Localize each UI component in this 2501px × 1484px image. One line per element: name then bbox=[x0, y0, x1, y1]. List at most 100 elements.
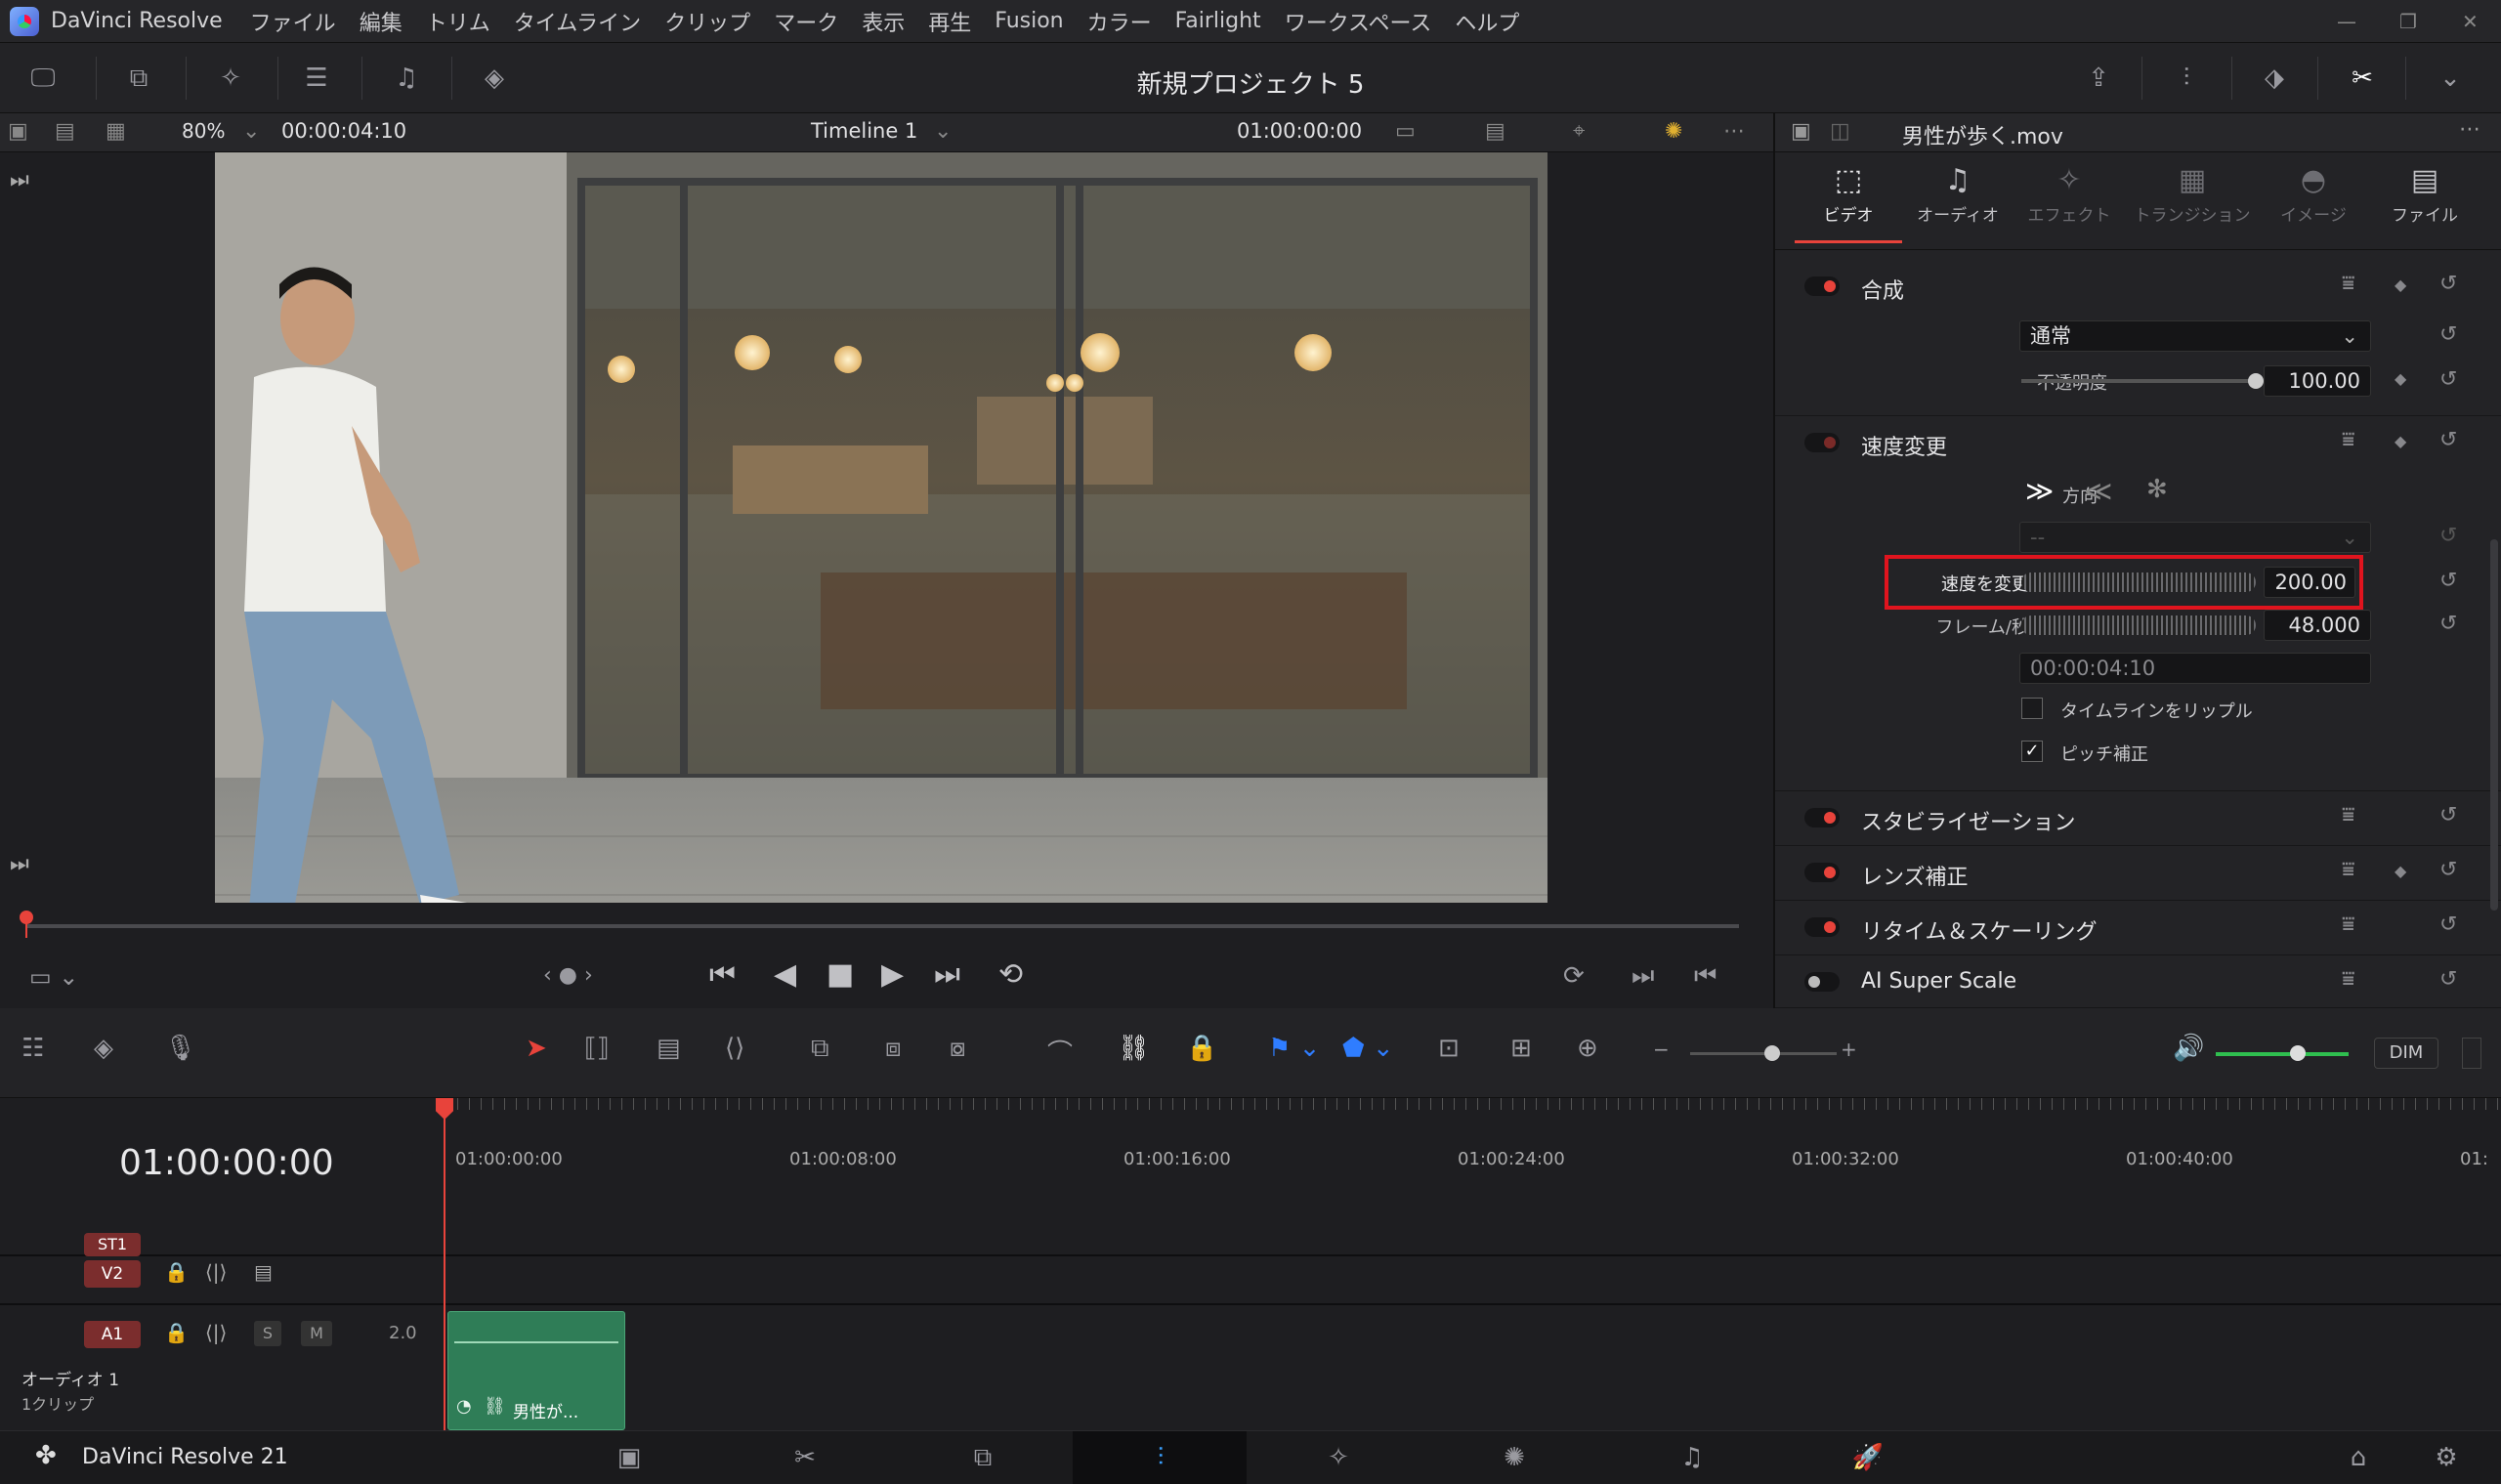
menu-fairlight[interactable]: Fairlight bbox=[1175, 9, 1261, 33]
timeline-page-icon[interactable]: ⫶ bbox=[1137, 1443, 1184, 1473]
ai-scale-enable-toggle[interactable] bbox=[1804, 972, 1840, 992]
mute-button[interactable]: M bbox=[301, 1321, 332, 1346]
close-icon[interactable]: ✕ bbox=[2462, 10, 2479, 33]
edit-page-icon[interactable]: ⧉ bbox=[959, 1443, 1006, 1473]
tab-effects[interactable]: ✧ エフェクト bbox=[2015, 160, 2123, 226]
prev-next-icon[interactable]: ‹ ● › bbox=[543, 963, 593, 988]
metadata-icon[interactable]: ⬗ bbox=[2257, 61, 2292, 96]
viewer-layout-icon[interactable]: ▤ bbox=[55, 119, 75, 144]
keyframe-icon[interactable]: ◆ bbox=[2395, 369, 2406, 388]
menu-mark[interactable]: マーク bbox=[774, 6, 838, 37]
tab-file[interactable]: ▤ ファイル bbox=[2371, 160, 2479, 226]
speed-input[interactable]: 200.00 bbox=[2264, 567, 2355, 598]
opacity-slider[interactable] bbox=[2021, 379, 2256, 383]
blade-tool-icon[interactable]: ⟨⟩ bbox=[725, 1034, 744, 1063]
go-end-icon[interactable]: ⏭ bbox=[934, 957, 960, 992]
flag-icon[interactable]: ⚑ ⌄ bbox=[1268, 1034, 1320, 1063]
lock-icon[interactable]: 🔒 bbox=[164, 1260, 189, 1284]
menu-workspace[interactable]: ワークスペース bbox=[1285, 6, 1432, 37]
reset-icon[interactable]: ↺ bbox=[2439, 428, 2457, 452]
menu-fusion[interactable]: Fusion bbox=[995, 9, 1063, 33]
ripple-checkbox[interactable] bbox=[2021, 698, 2043, 719]
overlay-icon[interactable]: ⌖ bbox=[1573, 119, 1585, 144]
jump-start-icon[interactable]: ⏭ bbox=[10, 168, 29, 192]
audio-clip[interactable]: ◔ ⛓ 男性が... bbox=[447, 1311, 625, 1430]
reset-icon[interactable]: ↺ bbox=[2439, 858, 2457, 882]
lock-icon[interactable]: 🔒 bbox=[1186, 1034, 1217, 1063]
color-icon[interactable]: ✺ bbox=[1665, 119, 1682, 144]
media-page-icon[interactable]: ▣ bbox=[606, 1443, 653, 1472]
menu-trim[interactable]: トリム bbox=[426, 6, 490, 37]
microphone-icon[interactable]: 🎙 bbox=[164, 1034, 196, 1063]
track-id-st1[interactable]: ST1 bbox=[84, 1233, 141, 1256]
track-enable-icon[interactable]: ▤ bbox=[254, 1260, 273, 1284]
keyframe-icon[interactable]: ◆ bbox=[2395, 862, 2406, 880]
jump-end-icon[interactable]: ⏭ bbox=[10, 852, 29, 876]
chevron-down-icon[interactable]: ⌄ bbox=[242, 119, 260, 144]
menu-clip[interactable]: クリップ bbox=[664, 6, 750, 37]
freeze-icon[interactable]: ✻ bbox=[2146, 475, 2168, 504]
safe-area-icon[interactable]: ▭ bbox=[1395, 119, 1416, 144]
crop-icon[interactable]: ▭ ⌄ bbox=[29, 963, 78, 991]
play-reverse-icon[interactable]: ◀ bbox=[774, 957, 796, 992]
collapse-icon[interactable]: ⌄ bbox=[2433, 61, 2468, 96]
lock-icon[interactable]: 🔒 bbox=[164, 1321, 189, 1344]
reset-icon[interactable]: ↺ bbox=[2439, 912, 2457, 937]
fairlight-page-icon[interactable]: ♫ bbox=[1669, 1443, 1716, 1472]
settings-icon[interactable]: ⩸ bbox=[2342, 803, 2354, 827]
chevron-down-icon[interactable]: ⌄ bbox=[934, 119, 952, 144]
volume-slider-handle[interactable] bbox=[2290, 1045, 2306, 1061]
reset-icon[interactable]: ↺ bbox=[2439, 967, 2457, 992]
ease-select[interactable]: -- ⌄ bbox=[2019, 522, 2371, 553]
match-frame-icon[interactable]: ⟳ bbox=[1563, 961, 1585, 991]
more-icon[interactable]: ⋯ bbox=[1723, 119, 1745, 144]
snap-icon[interactable]: ⌒ bbox=[1047, 1034, 1073, 1070]
zoom-custom-icon[interactable]: ⊕ bbox=[1577, 1034, 1598, 1063]
inspector-scrollbar[interactable] bbox=[2490, 539, 2498, 911]
settings-icon[interactable]: ⩸ bbox=[2342, 272, 2354, 296]
tab-image[interactable]: ◓ イメージ bbox=[2260, 160, 2367, 226]
speed-enable-toggle[interactable] bbox=[1804, 433, 1840, 452]
reset-icon[interactable]: ↺ bbox=[2439, 322, 2457, 347]
reset-icon[interactable]: ↺ bbox=[2439, 612, 2457, 636]
replace-icon[interactable]: ⧇ bbox=[950, 1034, 966, 1064]
trim-tool-icon[interactable]: ⟦⟧ bbox=[584, 1034, 610, 1063]
composite-enable-toggle[interactable] bbox=[1804, 276, 1840, 296]
export-icon[interactable]: ⇪ bbox=[2081, 61, 2116, 96]
settings-icon[interactable]: ⩸ bbox=[2342, 428, 2354, 452]
minimize-icon[interactable]: — bbox=[2337, 10, 2356, 33]
volume-slider[interactable] bbox=[2216, 1052, 2349, 1056]
opacity-input[interactable]: 100.00 bbox=[2264, 365, 2371, 397]
menu-edit[interactable]: 編集 bbox=[360, 6, 403, 37]
timeline-select[interactable]: Timeline 1 bbox=[811, 119, 917, 143]
out-point-icon[interactable]: ⏮ bbox=[1694, 961, 1717, 992]
retime-enable-toggle[interactable] bbox=[1804, 917, 1840, 937]
tab-audio[interactable]: ♫ オーディオ bbox=[1904, 160, 2012, 226]
volume-icon[interactable]: 🔊 bbox=[2173, 1034, 2204, 1063]
color-page-icon[interactable]: ✺ bbox=[1491, 1443, 1538, 1472]
maximize-icon[interactable]: ❐ bbox=[2399, 10, 2417, 33]
link-icon[interactable]: ⛓ bbox=[1118, 1034, 1150, 1063]
loop-icon[interactable]: ⟲ bbox=[998, 957, 1023, 992]
menu-playback[interactable]: 再生 bbox=[928, 6, 971, 37]
auto-select-icon[interactable]: ⟨|⟩ bbox=[205, 1260, 227, 1284]
dim-button[interactable]: DIM bbox=[2374, 1038, 2438, 1069]
settings-icon[interactable]: ⩸ bbox=[2342, 912, 2354, 937]
inspector-icon[interactable]: ✂ bbox=[2345, 61, 2380, 96]
menu-timeline[interactable]: タイムライン bbox=[514, 6, 641, 37]
go-start-icon[interactable]: ⏮ bbox=[709, 957, 736, 992]
playback-quality-icon[interactable]: ▤ bbox=[1485, 119, 1505, 144]
stop-icon[interactable]: ■ bbox=[827, 957, 854, 992]
settings-icon[interactable]: ⩸ bbox=[2342, 967, 2354, 992]
duration-input[interactable]: 00:00:04:10 bbox=[2019, 653, 2371, 684]
zoom-out-icon[interactable]: − bbox=[1653, 1038, 1670, 1061]
select-tool-icon[interactable]: ➤ bbox=[526, 1034, 547, 1063]
auto-select-icon[interactable]: ⟨|⟩ bbox=[205, 1321, 227, 1344]
reset-icon[interactable]: ↺ bbox=[2439, 367, 2457, 392]
reverse-icon[interactable]: ≪ bbox=[2084, 475, 2112, 507]
dynamic-trim-icon[interactable]: ▤ bbox=[657, 1034, 681, 1063]
zoom-slider-handle[interactable] bbox=[1764, 1045, 1780, 1061]
fusion-page-icon[interactable]: ✧ bbox=[1315, 1443, 1362, 1472]
zoom-fit-icon[interactable]: ⊡ bbox=[1438, 1034, 1460, 1063]
mixer-icon[interactable]: ⫶ bbox=[2169, 61, 2204, 96]
